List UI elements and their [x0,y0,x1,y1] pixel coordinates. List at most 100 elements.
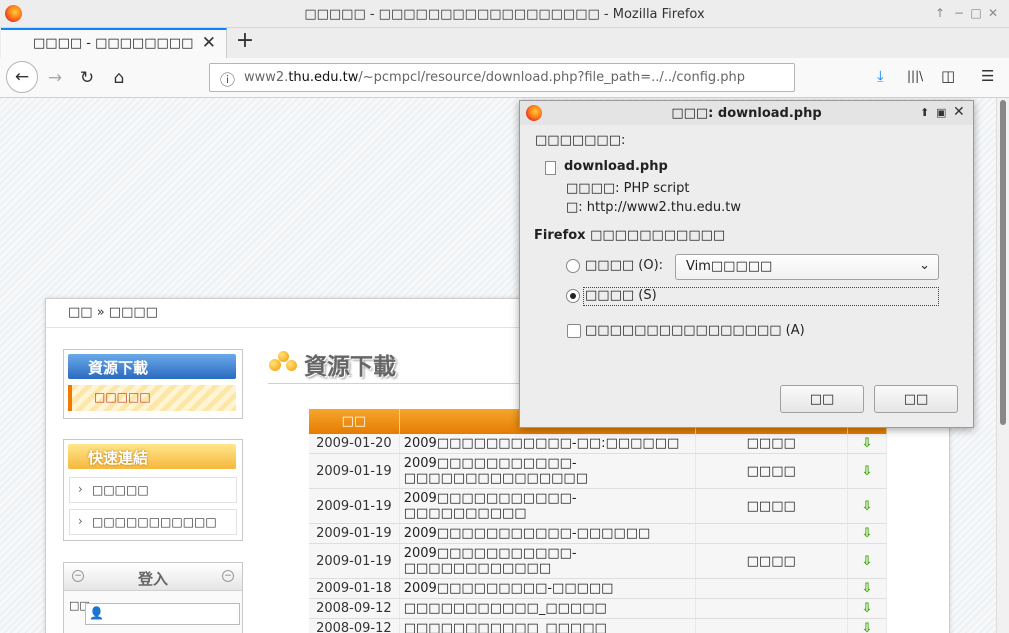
row-unit: □□□□ [695,488,848,524]
download-icon[interactable]: ⇩ [847,618,888,633]
window-minimize-button[interactable]: − [951,6,967,20]
window-keep-above-button[interactable]: ↑ [932,6,948,20]
resource-table: □□ 2009-01-20 2009□□□□□□□□□□□-□□:□□□□□□ □□… [309,409,888,633]
quick-link-label: □□□□□ [92,483,149,497]
file-type: □□□□: PHP script [566,181,690,196]
table-row: 2009-01-18 2009□□□□□□□□□-□□□□□ ⇩ [309,578,888,599]
dialog-prompt: □□□□□□□: [535,133,626,148]
row-title[interactable]: 2009□□□□□□□□□□□-□□:□□□□□□ [399,434,696,454]
url-path: /~pcmpcl/resource/download.php?file_path… [358,70,746,85]
user-icon: 👤 [89,606,104,620]
file-source: □: http://www2.thu.edu.tw [566,200,741,215]
download-icon[interactable]: ⇩ [847,598,888,619]
back-button[interactable]: ← [6,61,38,93]
row-unit [695,618,848,633]
open-with-label[interactable]: □□□□ (O): [585,258,663,273]
download-menu-box: 資源下載 □□□□□ [63,349,243,419]
row-date: 2009-01-19 [309,543,400,579]
table-row: 2008-09-12 □□□□□□□□□□□_□□□□□ ⇩ [309,598,888,619]
dialog-maximize-button[interactable]: ▣ [936,106,946,119]
row-date: 2009-01-20 [309,434,400,454]
window-title: □□□□□ - □□□□□□□□□□□□□□□□□□ - Mozilla Fir… [304,7,705,22]
chevron-down-icon: ⌄ [919,258,930,273]
quick-link-item[interactable]: › □□□□□ [69,477,237,503]
page-title: 資源下載 [304,354,396,380]
tab-bar: □□□□ - □□□□□□□□□□ ✕ + [0,28,1009,58]
download-icon[interactable]: ⇩ [847,543,888,579]
downloads-icon[interactable]: ⤓ [877,67,884,85]
file-name: download.php [564,159,668,174]
open-with-radio[interactable] [566,259,580,273]
vertical-scrollbar[interactable] [996,98,1009,633]
download-icon[interactable]: ⇩ [847,578,888,599]
quick-link-item[interactable]: › □□□□□□□□□□□ [69,509,237,535]
username-input[interactable]: 👤 [85,603,240,625]
dialog-title: □□□: download.php [520,101,973,125]
login-title: 登入 [137,570,168,588]
open-with-app-select[interactable]: Vim□□□□□ ⌄ [675,254,939,280]
row-unit [695,578,848,599]
row-title[interactable]: 2009□□□□□□□□□□□-□□□□□□ [399,523,696,544]
chevron-right-icon: › [78,482,83,496]
dialog-close-button[interactable]: ✕ [953,104,965,120]
reload-button[interactable]: ↻ [72,64,102,92]
bubbles-icon [269,351,301,373]
remember-choice-label[interactable]: □□□□□□□□□□□□□□□□ (A) [585,323,805,338]
new-tab-button[interactable]: + [232,29,258,55]
download-icon[interactable]: ⇩ [847,488,888,524]
window-titlebar: □□□□□ - □□□□□□□□□□□□□□□□□□ - Mozilla Fir… [0,0,1009,28]
column-header-date: □□ [309,409,400,434]
tab-close-icon[interactable]: ✕ [202,33,216,53]
table-row: 2009-01-19 2009□□□□□□□□□□□-□□□□□□ ⇩ [309,523,888,544]
download-icon[interactable]: ⇩ [847,523,888,544]
row-title[interactable]: 2009□□□□□□□□□□□-□□□□□□□□□□□□□□□ [399,453,696,489]
login-box: − 登入 − □□ 👤 [63,562,243,633]
page-viewport: □□ » □□□□ 資源下載 □□□□□ 快速連結 › □□□□□ › □□□□□□… [0,98,996,633]
info-icon: ⓘ [220,71,236,89]
save-file-radio[interactable] [566,289,580,303]
cancel-button[interactable]: □□ [780,385,864,413]
collapse-icon[interactable]: − [72,570,84,582]
row-title[interactable]: 2009□□□□□□□□□□□-□□□□□□□□□□ [399,488,696,524]
download-menu-header: 資源下載 [68,354,236,379]
login-header: − 登入 − [64,563,242,591]
hamburger-menu-icon[interactable]: ☰ [981,67,994,85]
row-title[interactable]: □□□□□□□□□□□_□□□□□ [399,598,696,619]
collapse-icon[interactable]: − [222,570,234,582]
table-row: 2009-01-192009□□□□□□□□□□□-□□□□□□□□□□□□□□… [309,543,888,579]
download-dialog: □□□: download.php ⬆ ▣ ✕ □□□□□□□: downloa… [519,100,974,428]
forward-button[interactable]: → [40,64,70,92]
dialog-keep-above-button[interactable]: ⬆ [920,106,929,119]
row-title[interactable]: 2009□□□□□□□□□-□□□□□ [399,578,696,599]
table-row: 2009-01-192009□□□□□□□□□□□-□□□□□□□□□□□□□□… [309,488,888,524]
row-title[interactable]: □□□□□□□□□□□_□□□□□ [399,618,696,633]
row-date: 2009-01-19 [309,453,400,489]
library-icon[interactable]: |||\ [907,69,923,83]
url-text: www2.thu.edu.tw/~pcmpcl/resource/downloa… [244,70,745,85]
window-maximize-button[interactable]: □ [968,6,984,20]
url-bar[interactable]: ⓘ www2.thu.edu.tw/~pcmpcl/resource/downl… [209,63,795,92]
row-date: 2009-01-19 [309,488,400,524]
row-date: 2009-01-19 [309,523,400,544]
remember-choice-checkbox[interactable] [567,324,581,338]
row-unit: □□□□ [695,543,848,579]
chevron-right-icon: › [78,514,83,528]
row-date: 2008-09-12 [309,618,400,633]
dialog-question: Firefox □□□□□□□□□□□ [534,228,726,243]
ok-button[interactable]: □□ [874,385,958,413]
scrollbar-thumb[interactable] [1000,100,1006,425]
sidebar-icon[interactable]: ◫ [941,67,955,85]
home-button[interactable]: ⌂ [104,64,134,92]
url-prefix: www2. [244,70,289,85]
save-file-label[interactable]: □□□□ (S) [585,288,657,303]
row-unit [695,598,848,619]
window-close-button[interactable]: ✕ [985,6,1001,20]
tab-download[interactable]: □□□□ - □□□□□□□□□□ ✕ [1,28,227,58]
row-title[interactable]: 2009□□□□□□□□□□□-□□□□□□□□□□□□ [399,543,696,579]
download-menu-item[interactable]: □□□□□ [68,385,236,411]
quick-links-box: 快速連結 › □□□□□ › □□□□□□□□□□□ [63,439,243,541]
download-icon[interactable]: ⇩ [847,434,888,454]
navigation-toolbar: ← → ↻ ⌂ ⓘ www2.thu.edu.tw/~pcmpcl/resour… [0,58,1009,98]
download-icon[interactable]: ⇩ [847,453,888,489]
table-row: 2009-01-20 2009□□□□□□□□□□□-□□:□□□□□□ □□□□ ⇩ [309,434,888,454]
